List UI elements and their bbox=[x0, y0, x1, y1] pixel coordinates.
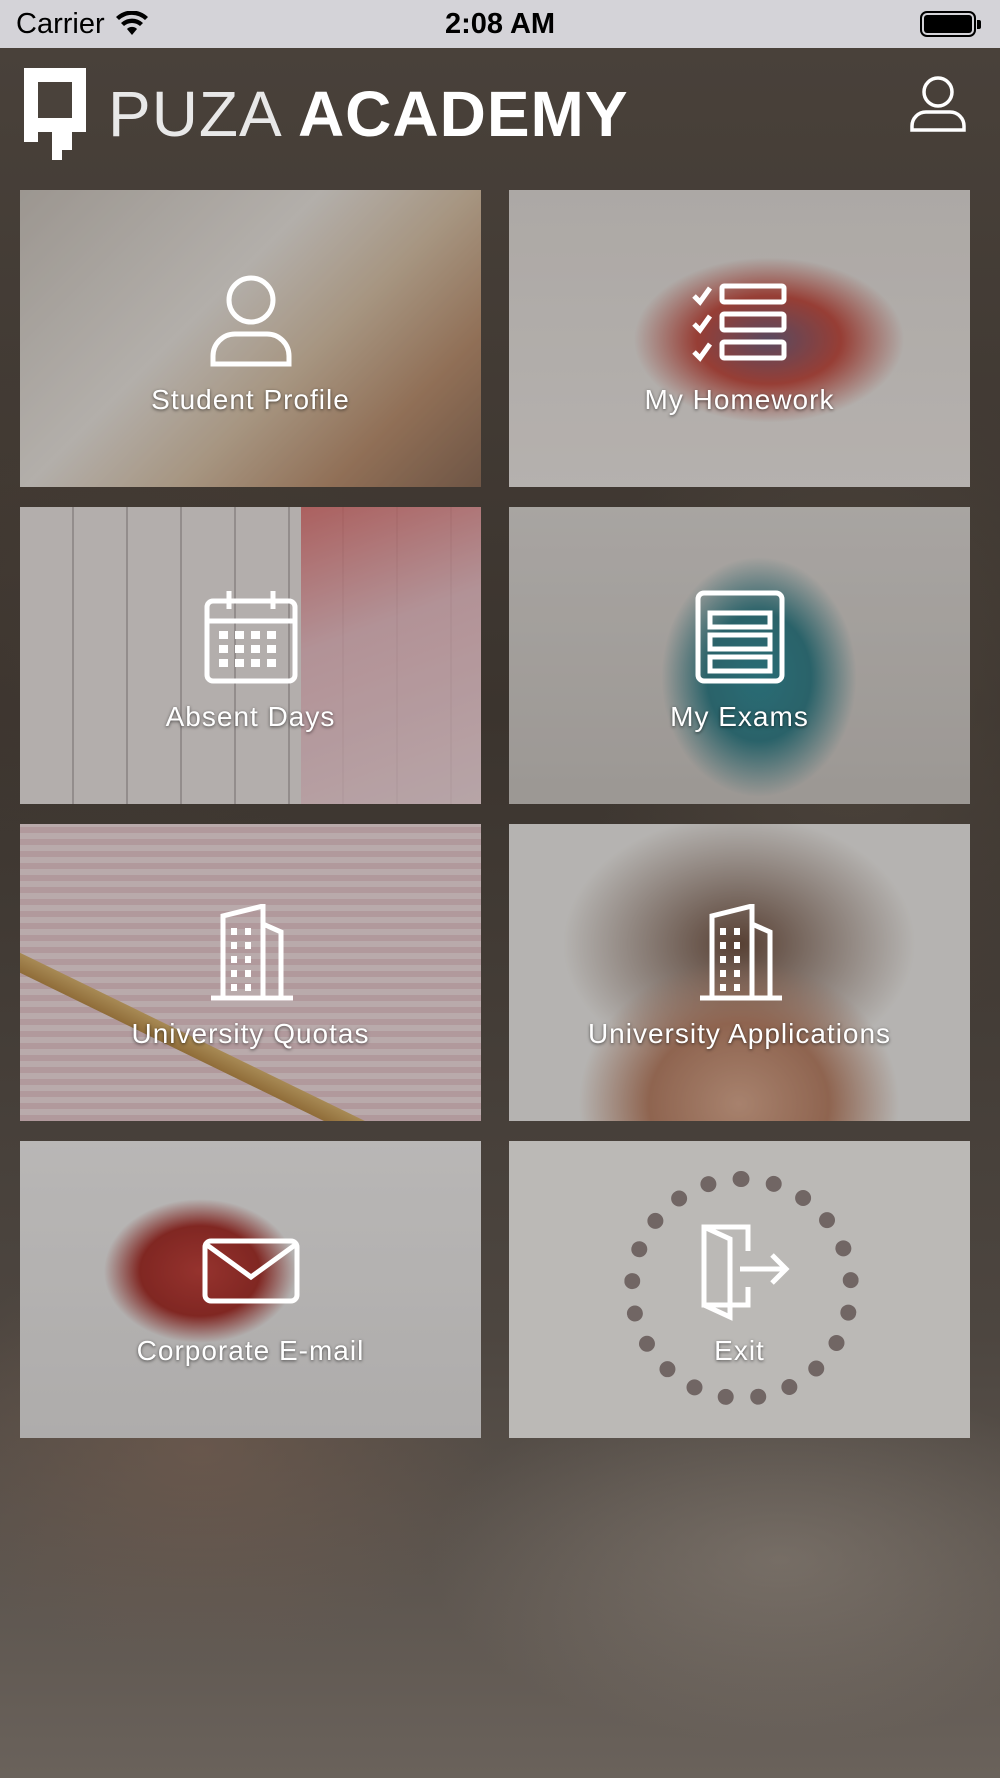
tile-exit[interactable]: Exit bbox=[509, 1141, 970, 1438]
status-left: Carrier bbox=[16, 8, 149, 41]
envelope-icon bbox=[202, 1238, 299, 1303]
profile-icon bbox=[910, 76, 966, 132]
tile-my-exams[interactable]: My Exams bbox=[509, 507, 970, 804]
tile-label: University Applications bbox=[587, 1017, 892, 1049]
checklist-icon bbox=[691, 283, 786, 362]
tile-my-homework[interactable]: My Homework bbox=[509, 190, 970, 487]
tile-label: My Exams bbox=[670, 700, 809, 732]
puza-academy-logo: PUZA ACADEMY bbox=[24, 68, 629, 160]
exit-door-icon bbox=[701, 1224, 790, 1321]
exam-sheet-icon bbox=[695, 590, 784, 683]
tile-student-profile[interactable]: Student Profile bbox=[20, 190, 481, 487]
calendar-icon bbox=[204, 590, 297, 683]
battery-icon bbox=[920, 11, 981, 37]
tile-label: Corporate E-mail bbox=[136, 1334, 365, 1366]
tile-university-applications[interactable]: University Applications bbox=[509, 824, 970, 1121]
tile-university-quotas[interactable]: University Quotas bbox=[20, 824, 481, 1121]
tile-label: Absent Days bbox=[165, 700, 336, 732]
tile-label: University Quotas bbox=[131, 1017, 370, 1049]
logo-mark-icon bbox=[24, 68, 86, 160]
carrier-label: Carrier bbox=[16, 7, 105, 40]
logo-text-light: PUZA bbox=[108, 78, 280, 150]
building-icon bbox=[699, 903, 782, 1000]
tile-label: Student Profile bbox=[151, 383, 350, 415]
tile-absent-days[interactable]: Absent Days bbox=[20, 507, 481, 804]
tile-label: My Homework bbox=[644, 383, 835, 415]
profile-button[interactable] bbox=[908, 74, 968, 134]
person-icon bbox=[210, 275, 291, 366]
battery-level bbox=[924, 15, 972, 33]
building-icon bbox=[210, 903, 293, 1000]
status-bar: Carrier 2:08 AM bbox=[0, 0, 1000, 48]
app-header: PUZA ACADEMY bbox=[0, 48, 1000, 178]
tile-label: Exit bbox=[714, 1334, 765, 1366]
tile-corporate-email[interactable]: Corporate E-mail bbox=[20, 1141, 481, 1438]
wifi-icon bbox=[115, 11, 148, 35]
logo-text: PUZA ACADEMY bbox=[108, 77, 629, 151]
logo-text-bold: ACADEMY bbox=[297, 78, 629, 150]
clock: 2:08 AM bbox=[444, 7, 556, 40]
